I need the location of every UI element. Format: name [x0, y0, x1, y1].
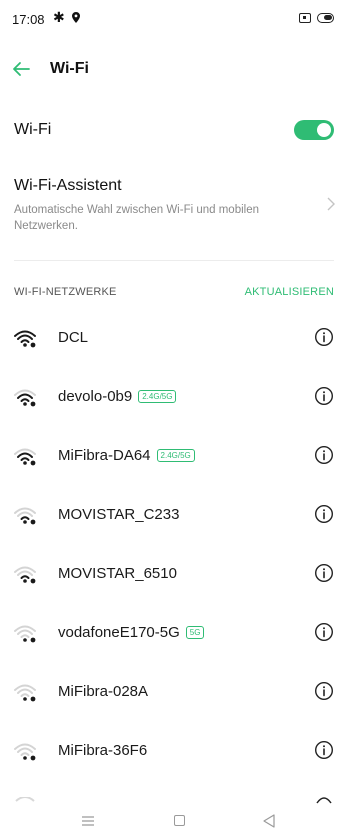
nfc-icon [299, 13, 311, 23]
wifi-signal-icon [14, 625, 36, 643]
wifi-toggle-row[interactable]: Wi-Fi [0, 112, 348, 148]
info-icon [316, 797, 332, 804]
network-row[interactable]: MiFibra-028A [0, 662, 348, 721]
info-icon[interactable] [314, 327, 334, 347]
wifi-signal-icon [14, 684, 36, 702]
band-badge: 5G [185, 626, 205, 639]
wifi-signal-icon [14, 389, 36, 407]
network-name-group: devolo-0b9 2.4G/5G [58, 388, 177, 405]
networks-section-header: WI-FI-NETZWERKE AKTUALISIEREN [0, 284, 348, 302]
info-icon[interactable] [314, 563, 334, 583]
network-row[interactable]: MiFibra-36F6 [0, 721, 348, 780]
battery-icon [317, 13, 334, 23]
wifi-signal-icon [14, 448, 36, 466]
network-row[interactable]: DCL [0, 308, 348, 367]
refresh-button[interactable]: AKTUALISIEREN [245, 286, 334, 298]
gear-icon: ✱ [53, 9, 65, 25]
network-name: MiFibra-DA64 [58, 447, 151, 464]
network-row[interactable]: devolo-0b9 2.4G/5G [0, 367, 348, 426]
status-icons-right [299, 13, 334, 23]
status-time: 17:08 [12, 12, 45, 27]
wifi-assistant-title: Wi-Fi-Assistent [14, 177, 122, 194]
wifi-assistant-row[interactable]: Wi-Fi-Assistent Automatische Wahl zwisch… [0, 174, 348, 236]
network-name-group: MiFibra-028A [58, 683, 148, 700]
wifi-signal-icon [14, 743, 36, 761]
network-name: DCL [58, 329, 89, 346]
network-name: MiFibra-36F6 [58, 742, 148, 759]
wifi-toggle-label: Wi-Fi [14, 121, 52, 138]
network-name-group: MOVISTAR_C233 [58, 506, 179, 523]
network-name-group: DCL [58, 329, 88, 346]
wifi-assistant-description: Automatische Wahl zwischen Wi-Fi und mob… [14, 204, 259, 232]
band-badge: 2.4G/5G [138, 390, 177, 403]
partial-network-row [0, 797, 348, 805]
info-icon[interactable] [314, 386, 334, 406]
toggle-knob [317, 123, 331, 137]
network-name-group: MOVISTAR_6510 [58, 565, 177, 582]
info-icon[interactable] [314, 740, 334, 760]
network-row[interactable]: vodafoneE170-5G 5G [0, 603, 348, 662]
network-row[interactable]: MOVISTAR_6510 [0, 544, 348, 603]
info-icon[interactable] [314, 504, 334, 524]
network-name: MOVISTAR_6510 [58, 565, 177, 582]
info-icon[interactable] [314, 622, 334, 642]
network-row[interactable]: MOVISTAR_C233 [0, 485, 348, 544]
info-icon[interactable] [314, 445, 334, 465]
networks-section-title: WI-FI-NETZWERKE [14, 286, 117, 298]
wifi-signal-icon [14, 566, 36, 584]
network-row[interactable]: MiFibra-DA64 2.4G/5G [0, 426, 348, 485]
back-icon[interactable] [263, 814, 275, 828]
network-name-group: MiFibra-DA64 2.4G/5G [58, 447, 195, 464]
chevron-right-icon [327, 197, 335, 211]
wifi-toggle-switch[interactable] [294, 120, 334, 140]
wifi-signal-icon [14, 330, 36, 348]
band-badge: 2.4G/5G [156, 449, 195, 462]
menu-icon[interactable] [82, 816, 94, 826]
location-icon [72, 12, 80, 23]
network-name: MiFibra-028A [58, 683, 149, 700]
wifi-signal-icon [14, 507, 36, 525]
network-name: MOVISTAR_C233 [58, 506, 180, 523]
back-arrow-icon[interactable] [10, 58, 32, 80]
header: Wi-Fi [0, 56, 348, 86]
network-name: devolo-0b9 [58, 388, 133, 405]
home-icon[interactable] [174, 815, 185, 826]
network-name-group: vodafoneE170-5G 5G [58, 624, 205, 641]
network-name: vodafoneE170-5G [58, 624, 180, 641]
wifi-signal-icon [15, 797, 35, 802]
status-bar: 17:08 ✱ [0, 0, 348, 38]
page-title: Wi-Fi [50, 60, 89, 77]
network-list: DCL devolo-0b9 2.4G/5G MiFibra-DA64 2.4G/5G M… [0, 308, 348, 780]
navigation-bar [0, 808, 348, 835]
wifi-settings-screen: 17:08 ✱ Wi-Fi Wi-Fi Wi-Fi-Assistent Auto… [0, 0, 348, 835]
network-name-group: MiFibra-36F6 [58, 742, 147, 759]
divider [14, 260, 334, 261]
info-icon[interactable] [314, 681, 334, 701]
